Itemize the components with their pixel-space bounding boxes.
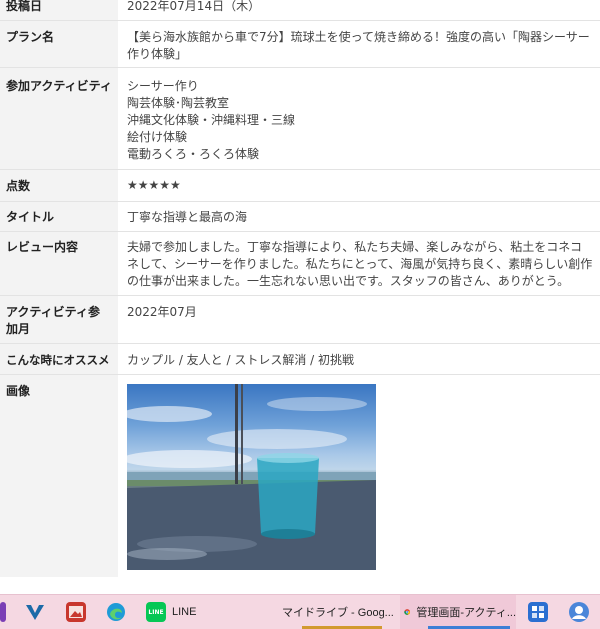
label-score: 点数 <box>0 170 118 201</box>
activity-list: シーサー作り 陶芸体験･陶芸教室 沖縄文化体験・沖縄料理・三線 絵付け体験 電動… <box>127 78 594 163</box>
taskbar-app-chrome-drive[interactable]: マイドライブ - Goog... <box>276 595 394 629</box>
label-title: タイトル <box>0 202 118 231</box>
line-logo-icon: LINE <box>148 608 164 616</box>
review-detail-table: 投稿日 2022年07月14日（木） プラン名 【美ら海水族館から車で7分】琉球… <box>0 0 600 594</box>
label-review-body: レビュー内容 <box>0 232 118 295</box>
value-activity-month: 2022年07月 <box>127 305 197 319</box>
purple-app-icon <box>0 602 6 622</box>
taskbar-app-edge[interactable] <box>106 595 130 629</box>
taskbar-label-admin: 管理画面-アクティ... <box>416 607 516 619</box>
label-activity-month: アクティビティ参加月 <box>0 296 118 343</box>
taskbar-label-line: LINE <box>172 606 197 618</box>
label-posted-date: 投稿日 <box>0 0 118 20</box>
row-plan-name: プラン名 【美ら海水族館から車で7分】琉球土を使って焼き締める！強度の高い「陶器… <box>0 21 600 68</box>
grid-glyph-icon <box>532 606 544 618</box>
image-app-icon <box>66 602 86 622</box>
chrome-icon <box>404 609 411 615</box>
activity-item: 陶芸体験･陶芸教室 <box>127 96 230 110</box>
v-logo-icon <box>26 605 44 620</box>
image-glyph-icon <box>69 606 83 618</box>
row-activity-month: アクティビティ参加月 2022年07月 <box>0 296 600 344</box>
activity-item: シーサー作り <box>127 79 199 93</box>
value-posted-date: 2022年07月14日（木） <box>127 0 261 13</box>
value-review-body: 夫婦で参加しました。丁寧な指導により、私たち夫婦、楽しみながら、粘土をコネコネし… <box>127 240 593 288</box>
row-title: タイトル 丁寧な指導と最高の海 <box>0 202 600 232</box>
taskbar-app-avatar[interactable] <box>568 595 600 629</box>
row-score: 点数 ★★★★★ <box>0 170 600 202</box>
label-activities: 参加アクティビティ <box>0 68 118 169</box>
row-review-body: レビュー内容 夫婦で参加しました。丁寧な指導により、私たち夫婦、楽しみながら、粘… <box>0 232 600 296</box>
star-rating: ★★★★★ <box>127 178 181 192</box>
line-app-icon: LINE <box>146 602 166 622</box>
taskbar-label-drive: マイドライブ - Goog... <box>282 607 394 619</box>
store-app-icon <box>528 602 548 622</box>
taskbar-app-store[interactable] <box>528 595 552 629</box>
taskbar-app-image[interactable] <box>66 595 90 629</box>
user-avatar-icon <box>569 602 589 622</box>
windows-taskbar: LINE LINE マイドライブ - Goog... 管理画面-アクティ... <box>0 594 600 629</box>
row-activities: 参加アクティビティ シーサー作り 陶芸体験･陶芸教室 沖縄文化体験・沖縄料理・三… <box>0 68 600 170</box>
value-recommend: カップル / 友人と / ストレス解消 / 初挑戦 <box>127 353 355 367</box>
taskbar-app-chrome-admin[interactable]: 管理画面-アクティ... <box>400 595 516 629</box>
taskbar-app-v[interactable] <box>24 595 48 629</box>
edge-browser-icon <box>107 603 125 621</box>
row-recommend: こんな時にオススメ カップル / 友人と / ストレス解消 / 初挑戦 <box>0 344 600 375</box>
label-recommend: こんな時にオススメ <box>0 344 118 374</box>
taskbar-app-line[interactable]: LINE LINE <box>146 595 256 629</box>
activity-item: 沖縄文化体験・沖縄料理・三線 <box>127 113 296 127</box>
activity-item: 電動ろくろ・ろくろ体験 <box>127 147 260 161</box>
activity-item: 絵付け体験 <box>127 130 188 144</box>
label-image: 画像 <box>0 375 118 577</box>
value-title: 丁寧な指導と最高の海 <box>127 210 248 224</box>
photo-scene <box>127 384 376 570</box>
value-plan-name: 【美ら海水族館から車で7分】琉球土を使って焼き締める！強度の高い「陶器シーサー作… <box>127 30 590 61</box>
taskbar-app-partial[interactable] <box>0 595 8 629</box>
review-photo[interactable] <box>127 384 376 570</box>
row-posted-date: 投稿日 2022年07月14日（木） <box>0 0 600 21</box>
label-plan-name: プラン名 <box>0 21 118 67</box>
